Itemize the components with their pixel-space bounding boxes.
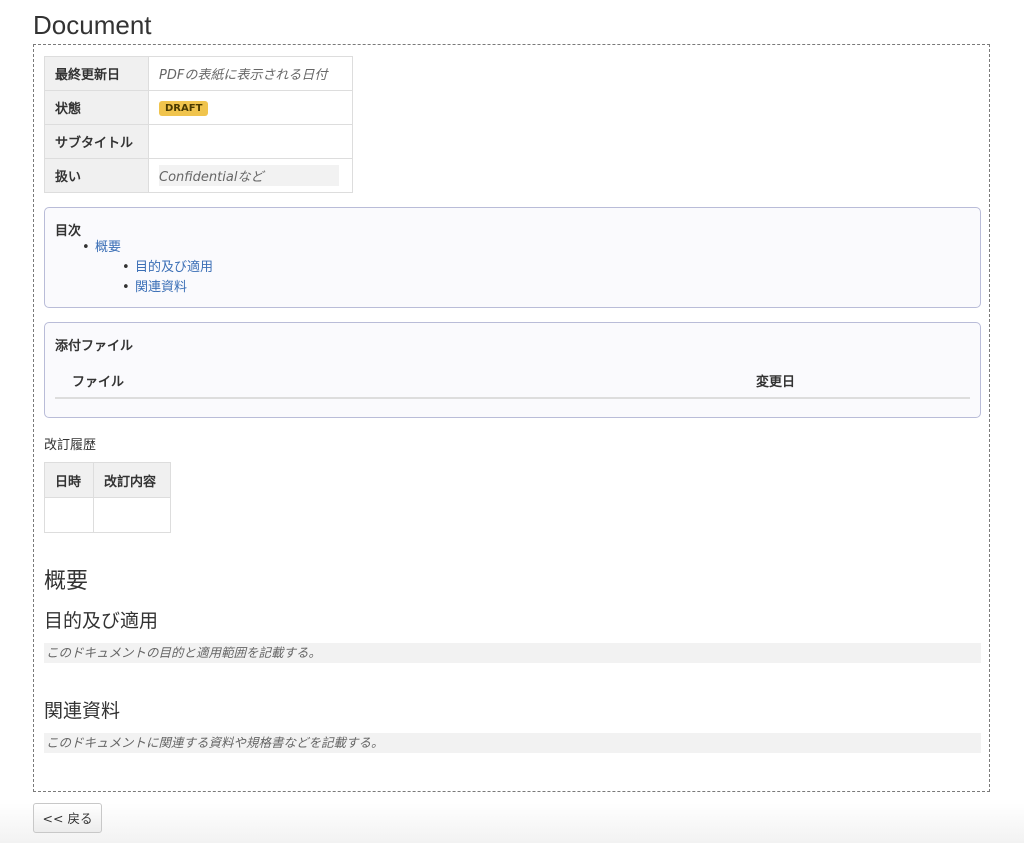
toc-link-related[interactable]: 関連資料 [135, 280, 187, 295]
revision-cell-content [93, 497, 171, 533]
toc-link-purpose[interactable]: 目的及び適用 [135, 260, 213, 275]
toc-item-related: 関連資料 [122, 278, 213, 298]
meta-key-subtitle: サブタイトル [44, 124, 149, 159]
revision-column-content: 改訂内容 [93, 462, 171, 498]
meta-value-last-updated: PDFの表紙に表示される日付 [148, 56, 353, 91]
revision-cell-date [44, 497, 94, 533]
meta-value-subtitle [148, 124, 353, 159]
revision-header-row: 日時 改訂内容 [44, 462, 171, 498]
toc-title: 目次 [55, 224, 82, 239]
attachments-column-modified: 変更日 [756, 375, 796, 390]
attachments-table-header: ファイル 変更日 [55, 365, 970, 399]
section-heading-related: 関連資料 [44, 701, 121, 722]
attachments-panel: 添付ファイル ファイル 変更日 [44, 322, 981, 418]
section-note-purpose: このドキュメントの目的と適用範囲を記載する。 [44, 643, 981, 663]
meta-key-last-updated: 最終更新日 [44, 56, 149, 91]
toc-list-level2: 目的及び適用 関連資料 [122, 258, 213, 298]
toc-link-overview[interactable]: 概要 [95, 240, 121, 255]
toc-item-purpose: 目的及び適用 [122, 258, 213, 278]
meta-key-status: 状態 [44, 90, 149, 125]
attachments-title: 添付ファイル [55, 339, 134, 354]
page-title: Document [33, 10, 152, 40]
status-badge: DRAFT [159, 100, 209, 116]
section-note-related: このドキュメントに関連する資料や規格書などを記載する。 [44, 733, 981, 753]
meta-value-handling-text: Confidentialなど [159, 165, 339, 186]
attachments-column-file: ファイル [72, 375, 125, 390]
meta-row-subtitle: サブタイトル [44, 124, 353, 159]
meta-key-handling: 扱い [44, 158, 149, 193]
revision-empty-row [44, 497, 171, 533]
page-bottom-gradient [0, 803, 1024, 843]
document-frame: 最終更新日 PDFの表紙に表示される日付 状態 DRAFT サブタイトル 扱い … [33, 44, 990, 792]
revision-column-date: 日時 [44, 462, 94, 498]
back-button[interactable]: << 戻る [33, 803, 102, 833]
meta-value-status: DRAFT [148, 90, 353, 125]
document-metadata-table: 最終更新日 PDFの表紙に表示される日付 状態 DRAFT サブタイトル 扱い … [44, 56, 353, 193]
table-of-contents-panel: 目次 概要 目的及び適用 関連資料 [44, 207, 981, 308]
section-heading-purpose: 目的及び適用 [44, 611, 159, 632]
meta-row-status: 状態 DRAFT [44, 90, 353, 125]
toc-list-level1: 概要 [82, 238, 121, 258]
revision-history-table: 日時 改訂内容 [44, 462, 171, 533]
meta-row-handling: 扱い Confidentialなど [44, 158, 353, 193]
section-heading-overview: 概要 [44, 568, 89, 593]
revision-history-label: 改訂履歴 [44, 438, 97, 453]
meta-value-handling: Confidentialなど [148, 158, 353, 193]
meta-row-last-updated: 最終更新日 PDFの表紙に表示される日付 [44, 56, 353, 91]
toc-item-overview: 概要 [82, 238, 121, 258]
